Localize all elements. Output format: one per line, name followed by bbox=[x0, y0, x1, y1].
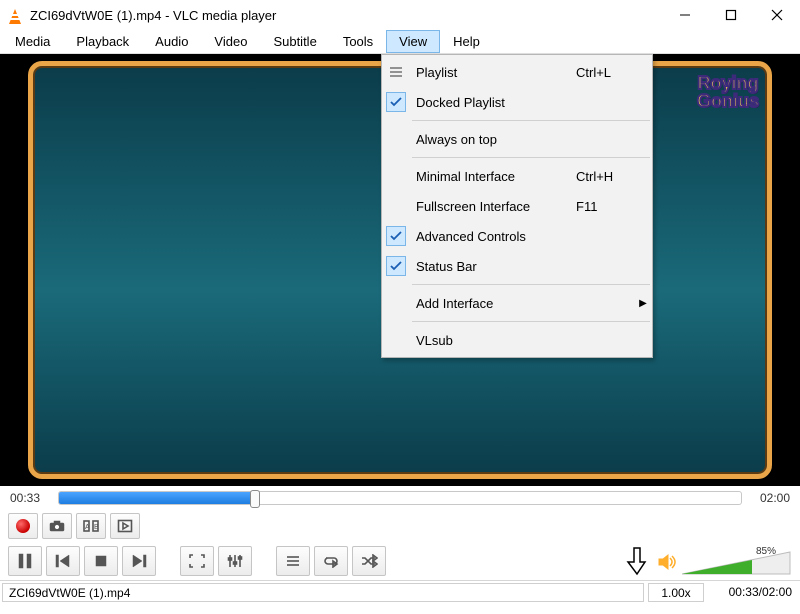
main-controls: 85% bbox=[0, 542, 800, 580]
previous-button[interactable] bbox=[46, 546, 80, 576]
check-icon bbox=[386, 226, 406, 246]
window-title: ZCI69dVtW0E (1).mp4 - VLC media player bbox=[30, 8, 276, 23]
view-menu-item-vlsub[interactable]: VLsub bbox=[382, 325, 652, 355]
shuffle-button[interactable] bbox=[352, 546, 386, 576]
speaker-icon bbox=[658, 553, 678, 571]
pause-button[interactable] bbox=[8, 546, 42, 576]
loop-ab-icon: AB bbox=[82, 519, 100, 533]
menu-item-label: Status Bar bbox=[410, 259, 576, 274]
menu-media[interactable]: Media bbox=[2, 30, 63, 53]
vlc-cone-icon bbox=[6, 6, 24, 24]
playback-speed[interactable]: 1.00x bbox=[648, 583, 704, 602]
volume-slider[interactable]: 85% bbox=[682, 548, 792, 576]
watermark-line1: Roying bbox=[697, 74, 759, 92]
fullscreen-icon bbox=[189, 554, 205, 568]
window-controls bbox=[662, 0, 800, 30]
status-filename[interactable]: ZCI69dVtW0E (1).mp4 bbox=[2, 583, 644, 602]
stop-button[interactable] bbox=[84, 546, 118, 576]
skip-back-icon bbox=[55, 554, 71, 568]
title-bar: ZCI69dVtW0E (1).mp4 - VLC media player bbox=[0, 0, 800, 30]
menu-item-accelerator: F11 bbox=[576, 199, 634, 214]
menu-item-label: Add Interface bbox=[410, 296, 576, 311]
menu-separator bbox=[412, 120, 650, 121]
menu-help[interactable]: Help bbox=[440, 30, 493, 53]
menu-tools[interactable]: Tools bbox=[330, 30, 386, 53]
view-menu-item-fullscreen-interface[interactable]: Fullscreen InterfaceF11 bbox=[382, 191, 652, 221]
menu-item-label: Playlist bbox=[410, 65, 576, 80]
record-button[interactable] bbox=[8, 513, 38, 539]
check-icon bbox=[386, 92, 406, 112]
submenu-arrow-icon: ▶ bbox=[634, 298, 652, 309]
record-icon bbox=[16, 519, 30, 533]
fullscreen-button[interactable] bbox=[180, 546, 214, 576]
watermark-line2: Gonius bbox=[697, 92, 759, 110]
extended-settings-button[interactable] bbox=[218, 546, 252, 576]
next-button[interactable] bbox=[122, 546, 156, 576]
view-menu-item-always-on-top[interactable]: Always on top bbox=[382, 124, 652, 154]
menu-item-accelerator: Ctrl+H bbox=[576, 169, 634, 184]
playlist-button[interactable] bbox=[276, 546, 310, 576]
shuffle-icon bbox=[360, 554, 378, 568]
view-menu-item-minimal-interface[interactable]: Minimal InterfaceCtrl+H bbox=[382, 161, 652, 191]
menu-item-accelerator: Ctrl+L bbox=[576, 65, 634, 80]
menu-separator bbox=[412, 321, 650, 322]
frame-step-button[interactable] bbox=[110, 513, 140, 539]
menu-separator bbox=[412, 284, 650, 285]
svg-text:A: A bbox=[85, 524, 90, 531]
menu-video[interactable]: Video bbox=[201, 30, 260, 53]
seek-knob[interactable] bbox=[250, 490, 260, 508]
view-menu-item-status-bar[interactable]: Status Bar bbox=[382, 251, 652, 281]
menu-bar: MediaPlaybackAudioVideoSubtitleToolsView… bbox=[0, 30, 800, 54]
maximize-button[interactable] bbox=[708, 0, 754, 30]
loop-ab-button[interactable]: AB bbox=[76, 513, 106, 539]
menu-item-label: Docked Playlist bbox=[410, 95, 576, 110]
camera-icon bbox=[49, 520, 65, 532]
menu-view[interactable]: View bbox=[386, 30, 440, 53]
stop-icon bbox=[95, 555, 107, 567]
close-button[interactable] bbox=[754, 0, 800, 30]
advanced-controls: AB bbox=[0, 510, 800, 542]
annotation-arrow-icon bbox=[626, 546, 648, 576]
menu-item-label: Minimal Interface bbox=[410, 169, 576, 184]
menu-separator bbox=[412, 157, 650, 158]
seek-fill bbox=[59, 492, 250, 504]
loop-icon bbox=[322, 554, 340, 568]
menu-item-label: Fullscreen Interface bbox=[410, 199, 576, 214]
check-icon bbox=[386, 256, 406, 276]
playlist-icon bbox=[285, 554, 301, 568]
menu-item-label: Advanced Controls bbox=[410, 229, 576, 244]
watermark: Roying Gonius bbox=[695, 72, 761, 112]
mute-button[interactable] bbox=[658, 553, 678, 576]
total-time[interactable]: 02:00 bbox=[750, 491, 790, 505]
snapshot-button[interactable] bbox=[42, 513, 72, 539]
seek-row: 00:33 02:00 bbox=[0, 486, 800, 510]
status-bar: ZCI69dVtW0E (1).mp4 1.00x 00:33/02:00 bbox=[0, 580, 800, 604]
seek-slider[interactable] bbox=[58, 491, 742, 505]
menu-playback[interactable]: Playback bbox=[63, 30, 142, 53]
view-menu-item-advanced-controls[interactable]: Advanced Controls bbox=[382, 221, 652, 251]
skip-forward-icon bbox=[131, 554, 147, 568]
playlist-small-icon bbox=[382, 66, 410, 78]
loop-button[interactable] bbox=[314, 546, 348, 576]
menu-audio[interactable]: Audio bbox=[142, 30, 201, 53]
elapsed-time[interactable]: 00:33 bbox=[10, 491, 50, 505]
view-menu-item-docked-playlist[interactable]: Docked Playlist bbox=[382, 87, 652, 117]
pause-icon bbox=[18, 553, 32, 569]
minimize-button[interactable] bbox=[662, 0, 708, 30]
equalizer-icon bbox=[227, 554, 243, 568]
menu-subtitle[interactable]: Subtitle bbox=[260, 30, 329, 53]
status-time: 00:33/02:00 bbox=[710, 583, 796, 602]
view-menu-item-playlist[interactable]: PlaylistCtrl+L bbox=[382, 57, 652, 87]
view-menu-dropdown: PlaylistCtrl+LDocked PlaylistAlways on t… bbox=[381, 54, 653, 358]
menu-item-label: Always on top bbox=[410, 132, 576, 147]
menu-item-label: VLsub bbox=[410, 333, 576, 348]
view-menu-item-add-interface[interactable]: Add Interface ▶ bbox=[382, 288, 652, 318]
svg-text:B: B bbox=[94, 524, 99, 531]
frame-step-icon bbox=[117, 519, 133, 533]
